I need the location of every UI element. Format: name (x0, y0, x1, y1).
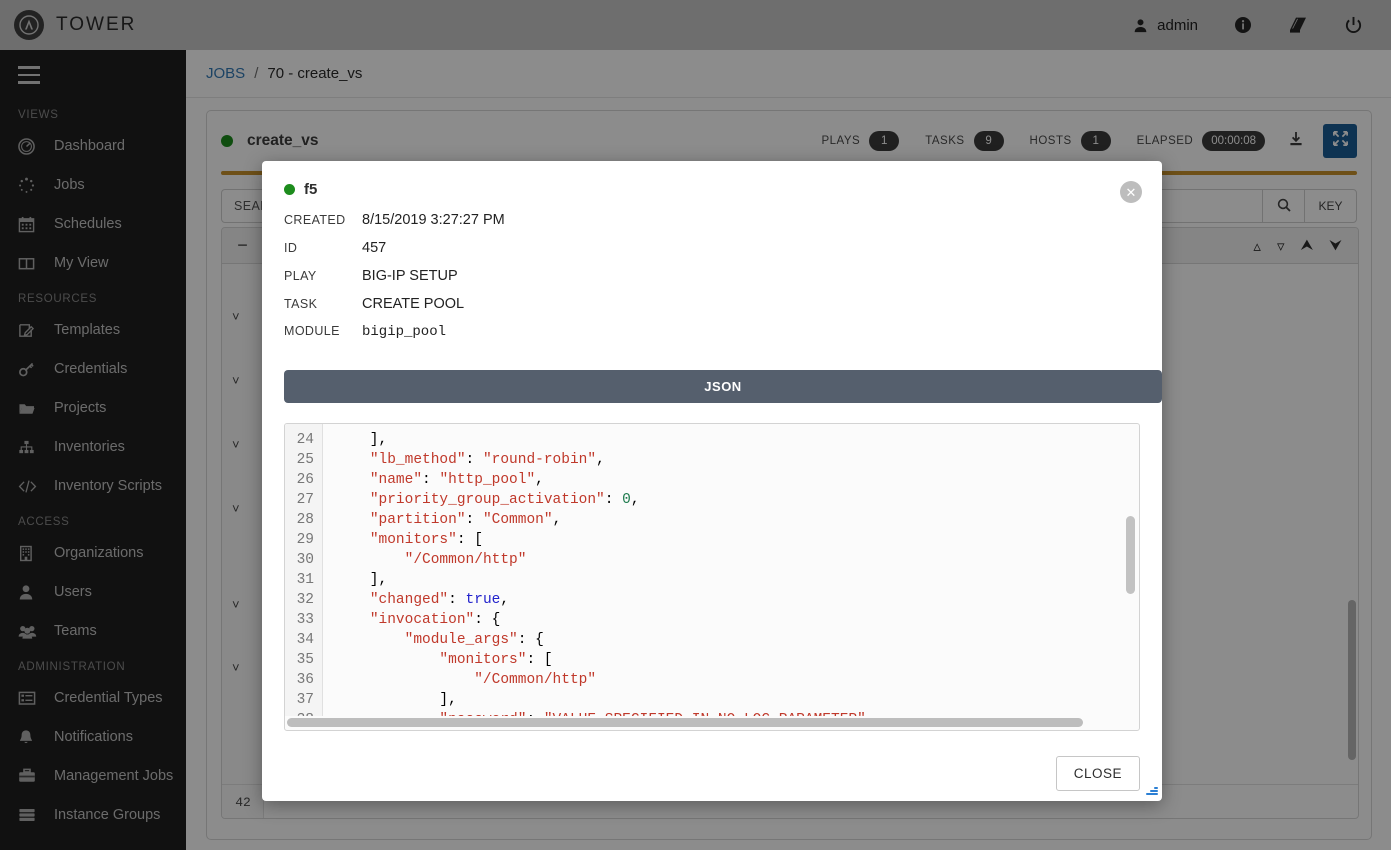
meta-row-created: CREATED 8/15/2019 3:27:27 PM (284, 212, 1140, 240)
modal-title: f5 (304, 181, 318, 198)
meta-key: MODULE (284, 324, 340, 338)
code-line-number: 25 (296, 452, 314, 468)
meta-row-play: PLAY BIG-IP SETUP (284, 268, 1140, 296)
meta-value: 8/15/2019 3:27:27 PM (362, 212, 505, 228)
meta-value: CREATE POOL (362, 296, 465, 312)
meta-key: TASK (284, 297, 318, 311)
code-line-number: 37 (296, 692, 314, 708)
close-button[interactable]: CLOSE (1055, 756, 1140, 791)
code-line-number: 28 (296, 512, 314, 528)
code-line-numbers: 24 25 26 27 28 29 30 31 32 33 34 35 36 37 38 (285, 424, 323, 716)
meta-key: ID (284, 241, 298, 255)
code-line: "changed": true, (369, 592, 510, 608)
code-line-number: 30 (296, 552, 314, 568)
code-line: "/Common/http" (404, 552, 527, 568)
event-detail-modal: f5 ✕ CREATED 8/15/2019 3:27:27 PM ID 457… (262, 161, 1162, 801)
meta-key: CREATED (284, 213, 346, 227)
code-line-number: 35 (296, 652, 314, 668)
code-line-number: 27 (296, 492, 314, 508)
code-horizontal-scrollbar[interactable] (287, 717, 1137, 728)
modal-header: f5 ✕ (262, 161, 1162, 204)
code-line: "partition": "Common", (369, 512, 562, 528)
code-table: 24 25 26 27 28 29 30 31 32 33 34 35 36 37 38 ], "lb_me… (285, 424, 1139, 716)
code-line: "name": "http_pool", (369, 472, 544, 488)
code-line-number: 24 (296, 432, 314, 448)
meta-value: bigip_pool (362, 324, 447, 340)
code-horizontal-scrollbar-thumb[interactable] (287, 718, 1083, 727)
code-line-number: 34 (296, 632, 314, 648)
screen-root: TOWER admin VIEWS Dashboard Jobs Schedul… (0, 0, 1391, 850)
code-line-number: 33 (296, 612, 314, 628)
code-line-number: 31 (296, 572, 314, 588)
code-content: ], "lb_method": "round-robin", "name": "… (323, 424, 866, 716)
close-icon[interactable]: ✕ (1120, 181, 1142, 203)
code-line: ], (335, 432, 388, 448)
code-line: "/Common/http" (474, 672, 597, 688)
code-line: "lb_method": "round-robin", (369, 452, 605, 468)
code-line: "module_args": { (404, 632, 544, 648)
meta-key: PLAY (284, 269, 317, 283)
code-line-number: 29 (296, 532, 314, 548)
meta-row-module: MODULE bigip_pool (284, 324, 1140, 352)
code-line-number: 38 (285, 710, 314, 716)
meta-value: BIG-IP SETUP (362, 268, 458, 284)
meta-value: 457 (362, 240, 387, 256)
code-line-number: 36 (296, 672, 314, 688)
code-line: ], (335, 692, 457, 708)
resize-handle[interactable] (1144, 783, 1158, 797)
json-code-viewer[interactable]: 24 25 26 27 28 29 30 31 32 33 34 35 36 37 38 ], "lb_me… (284, 423, 1140, 731)
code-line: "monitors": [ (439, 652, 553, 668)
code-line-number: 32 (296, 592, 314, 608)
code-line: "password": "VALUE_SPECIFIED_IN_NO_LOG_P… (335, 710, 865, 716)
code-line: "priority_group_activation": 0, (369, 492, 640, 508)
modal-status-dot (284, 184, 295, 195)
code-scroll-area[interactable]: 24 25 26 27 28 29 30 31 32 33 34 35 36 37 38 ], "lb_me… (285, 424, 1139, 716)
meta-row-task: TASK CREATE POOL (284, 296, 1140, 324)
meta-row-id: ID 457 (284, 240, 1140, 268)
code-line: "invocation": { (369, 612, 501, 628)
json-tab-button[interactable]: JSON (284, 370, 1162, 403)
code-line-number: 26 (296, 472, 314, 488)
modal-meta-list: CREATED 8/15/2019 3:27:27 PM ID 457 PLAY… (262, 204, 1162, 352)
modal-footer: CLOSE (262, 742, 1162, 801)
code-line: "monitors": [ (369, 532, 483, 548)
code-line: ], (335, 572, 388, 588)
code-vertical-scrollbar-thumb[interactable] (1126, 516, 1135, 594)
